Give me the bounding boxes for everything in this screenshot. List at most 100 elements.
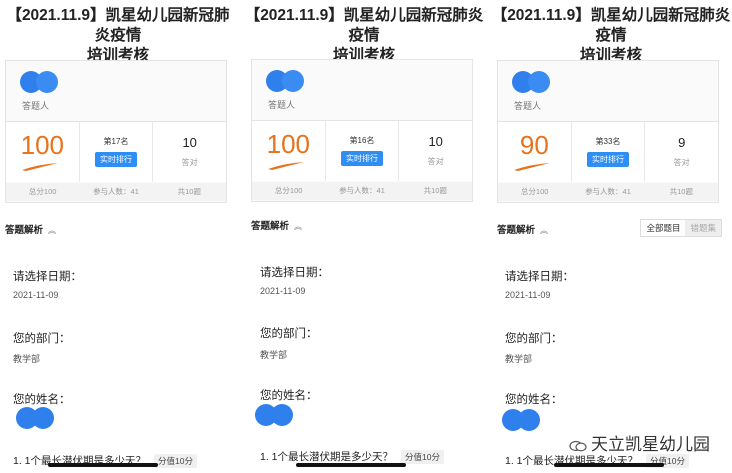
correct-count: 10: [182, 135, 197, 150]
points-badge: 分值10分: [401, 450, 444, 464]
answer-date: 2021-11-09: [260, 286, 306, 296]
participants: 参与人数：41: [93, 187, 139, 196]
score-value: 90: [519, 130, 549, 160]
tab-wrong-questions[interactable]: 错题集: [685, 220, 721, 236]
total-questions: 共10题: [177, 187, 201, 196]
page-title: 【2021.11.9】凯星幼儿园新冠肺炎疫情 培训考核: [0, 6, 236, 66]
question-name: 您的姓名：: [13, 394, 71, 406]
title-line-1: 【2021.11.9】凯星幼儿园新冠肺炎疫情: [244, 7, 484, 44]
title-line-1: 【2021.11.9】凯星幼儿园新冠肺炎疫情: [491, 7, 731, 44]
home-indicator: [296, 463, 406, 467]
redacted-name: [502, 409, 540, 431]
question-department: 您的部门：: [13, 333, 71, 345]
analysis-label: 答题解析: [5, 225, 44, 236]
question-date: 请选择日期：: [13, 271, 82, 283]
stats-row: 90 第33名 实时排行 9 答对: [498, 122, 718, 182]
correct-cell: 10 答对: [153, 122, 226, 182]
total-questions: 共10题: [669, 187, 693, 196]
analysis-toggle[interactable]: 答题解析 ︽: [5, 222, 56, 236]
stats-row: 100 第17名 实时排行 10 答对: [6, 122, 226, 182]
realtime-rank-button[interactable]: 实时排行: [341, 151, 383, 166]
total-questions: 共10题: [423, 186, 447, 195]
correct-cell: 9 答对: [645, 122, 718, 182]
score-value: 100: [20, 130, 65, 160]
correct-count: 9: [678, 135, 686, 150]
wechat-watermark: 天立凯星幼儿园: [569, 430, 710, 455]
wechat-icon: [569, 440, 587, 451]
participants: 参与人数：41: [339, 186, 385, 195]
answerer-label: 答题人: [514, 101, 542, 111]
home-indicator: [554, 463, 664, 467]
score-cell: 100: [6, 122, 80, 182]
realtime-rank-button[interactable]: 实时排行: [95, 152, 137, 167]
question-filter-tabs: 全部题目 错题集: [640, 219, 722, 237]
answer-date: 2021-11-09: [13, 290, 59, 300]
answer-department: 教学部: [13, 354, 41, 364]
result-card: 答题人 100 第16名 实时排行 10 答对 总分100 参与人数：41 共1…: [251, 59, 473, 202]
avatar: [512, 71, 552, 93]
avatar: [20, 71, 60, 93]
tab-all-questions[interactable]: 全部题目: [641, 220, 686, 236]
swoosh-icon: [514, 163, 551, 171]
answer-department: 教学部: [505, 354, 533, 364]
redacted-name: [255, 404, 293, 426]
question-name: 您的姓名：: [260, 390, 318, 402]
correct-label: 答对: [427, 157, 444, 166]
chevron-up-icon: ︽: [48, 226, 57, 235]
avatar: [266, 70, 306, 92]
analysis-toggle[interactable]: 答题解析 ︽: [251, 218, 302, 232]
chevron-up-icon: ︽: [540, 226, 549, 235]
result-card: 答题人 90 第33名 实时排行 9 答对 总分100 参与人数：41 共10题: [497, 60, 719, 203]
result-card: 答题人 100 第17名 实时排行 10 答对 总分100 参与人数：41 共1…: [5, 60, 227, 203]
summary-row: 总分100 参与人数：41 共10题: [252, 182, 472, 200]
correct-label: 答对: [181, 158, 198, 167]
chevron-up-icon: ︽: [294, 222, 303, 231]
analysis-label: 答题解析: [251, 221, 290, 232]
question-1-text: 1. 1个最长潜伏期是多少天？: [260, 451, 394, 463]
question-department: 您的部门：: [260, 328, 318, 340]
total-score: 总分100: [520, 187, 549, 196]
answerer-section: 答题人: [6, 61, 226, 122]
correct-cell: 10 答对: [399, 121, 472, 181]
summary-row: 总分100 参与人数：41 共10题: [6, 183, 226, 201]
analysis-label: 答题解析: [497, 225, 536, 236]
score-cell: 100: [252, 121, 326, 181]
total-score: 总分100: [28, 187, 57, 196]
screenshot-panel-3: 【2021.11.9】凯星幼儿园新冠肺炎疫情 培训考核 答题人 90 第33名 …: [490, 0, 732, 473]
correct-count: 10: [428, 134, 443, 149]
score-value: 100: [266, 129, 311, 159]
correct-label: 答对: [673, 158, 690, 167]
answerer-label: 答题人: [22, 101, 50, 111]
rank-value: 第33名: [595, 137, 621, 146]
question-date: 请选择日期：: [505, 271, 574, 283]
rank-value: 第16名: [349, 136, 375, 145]
title-line-1: 【2021.11.9】凯星幼儿园新冠肺炎疫情: [6, 7, 230, 44]
question-name: 您的姓名：: [505, 394, 563, 406]
answer-department: 教学部: [260, 350, 288, 360]
score-cell: 90: [498, 122, 572, 182]
answerer-section: 答题人: [252, 60, 472, 121]
analysis-toggle[interactable]: 答题解析 ︽: [497, 222, 548, 236]
redacted-name: [16, 407, 54, 429]
question-date: 请选择日期：: [260, 267, 329, 279]
total-score: 总分100: [274, 186, 303, 195]
rank-cell: 第16名 实时排行: [326, 121, 400, 181]
rank-value: 第17名: [103, 137, 129, 146]
summary-row: 总分100 参与人数：41 共10题: [498, 183, 718, 201]
screenshot-panel-1: 【2021.11.9】凯星幼儿园新冠肺炎疫情 培训考核 答题人 100 第17名…: [0, 0, 236, 473]
home-indicator: [48, 463, 158, 467]
question-department: 您的部门：: [505, 333, 563, 345]
screenshot-panel-2: 【2021.11.9】凯星幼儿园新冠肺炎疫情 培训考核 答题人 100 第16名…: [244, 0, 484, 473]
page-title: 【2021.11.9】凯星幼儿园新冠肺炎疫情 培训考核: [490, 6, 732, 66]
stats-row: 100 第16名 实时排行 10 答对: [252, 121, 472, 181]
watermark-text: 天立凯星幼儿园: [591, 435, 710, 454]
points-badge: 分值10分: [154, 454, 197, 468]
rank-cell: 第17名 实时排行: [80, 122, 154, 182]
question-1: 1. 1个最长潜伏期是多少天？ 分值10分: [260, 449, 444, 464]
answerer-label: 答题人: [268, 100, 296, 110]
swoosh-icon: [22, 163, 59, 171]
realtime-rank-button[interactable]: 实时排行: [587, 152, 629, 167]
swoosh-icon: [268, 162, 305, 170]
participants: 参与人数：41: [585, 187, 631, 196]
rank-cell: 第33名 实时排行: [572, 122, 646, 182]
